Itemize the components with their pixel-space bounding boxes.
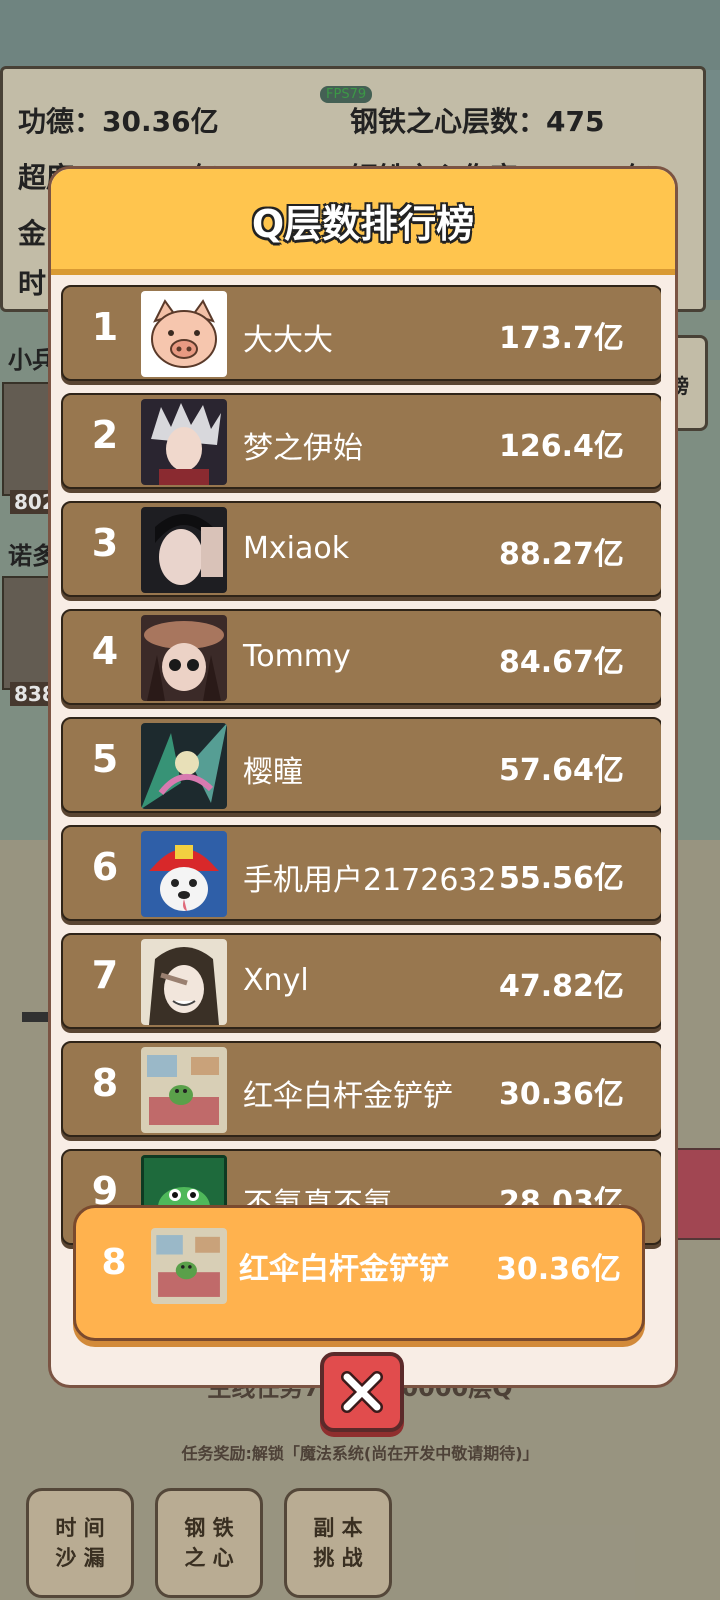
close-button[interactable] xyxy=(320,1352,404,1432)
row-score: 88.27亿 xyxy=(499,537,624,572)
my-score: 30.36亿 xyxy=(496,1252,621,1287)
row-player-name: 红伞白杆金铲铲 xyxy=(243,1079,453,1114)
leaderboard-row[interactable]: 5 樱瞳 57.64亿 xyxy=(61,717,661,813)
row-player-name: 手机用户2172632 xyxy=(243,863,497,898)
leaderboard-row[interactable]: 7 Xnyl 47.82亿 xyxy=(61,933,661,1029)
row-player-name: Mxiaok xyxy=(243,531,350,566)
row-score: 47.82亿 xyxy=(499,969,624,1004)
leaderboard-row[interactable]: 8 红伞白杆金铲铲 30.36亿 xyxy=(61,1041,661,1137)
my-rank: 8 xyxy=(101,1242,127,1283)
pig-avatar xyxy=(141,291,227,377)
row-score: 30.36亿 xyxy=(499,1077,624,1112)
row-rank: 8 xyxy=(91,1061,119,1105)
row-player-name: 大大大 xyxy=(243,323,333,358)
row-player-name: Tommy xyxy=(243,639,351,674)
row-rank: 4 xyxy=(91,629,119,673)
row-rank: 7 xyxy=(91,953,119,997)
close-x-icon xyxy=(341,1371,383,1413)
my-rank-row: 8 红伞白杆金铲铲 30.36亿 xyxy=(73,1205,645,1341)
row-score: 126.4亿 xyxy=(499,429,624,464)
row-score: 55.56亿 xyxy=(499,861,624,896)
leaderboard-row[interactable]: 2 梦之伊始 126.4亿 xyxy=(61,393,661,489)
frog-room-avatar xyxy=(151,1228,227,1304)
anime-silver-hair-avatar xyxy=(141,399,227,485)
row-player-name: 梦之伊始 xyxy=(243,431,363,466)
rescue-pup-avatar xyxy=(141,831,227,917)
frog-room-avatar xyxy=(141,1047,227,1133)
row-score: 84.67亿 xyxy=(499,645,624,680)
row-score: 57.64亿 xyxy=(499,753,624,788)
row-rank: 5 xyxy=(91,737,119,781)
row-score: 173.7亿 xyxy=(499,321,624,356)
leaderboard-row[interactable]: 4 Tommy 84.67亿 xyxy=(61,609,661,705)
leaderboard-row[interactable]: 3 Mxiaok 88.27亿 xyxy=(61,501,661,597)
row-player-name: Xnyl xyxy=(243,963,309,998)
fairy-art-avatar xyxy=(141,723,227,809)
row-rank: 6 xyxy=(91,845,119,889)
row-rank: 3 xyxy=(91,521,119,565)
row-rank: 2 xyxy=(91,413,119,457)
hat-girl-avatar xyxy=(141,615,227,701)
row-rank: 1 xyxy=(91,305,119,349)
my-player-name: 红伞白杆金铲铲 xyxy=(239,1252,449,1287)
face-photo-avatar xyxy=(141,507,227,593)
leaderboard-title: Q层数排行榜 xyxy=(251,202,475,246)
leaderboard-row[interactable]: 1 大大大 173.7亿 xyxy=(61,285,661,381)
sketch-girl-avatar xyxy=(141,939,227,1025)
row-player-name: 樱瞳 xyxy=(243,755,303,790)
leaderboard-row[interactable]: 6 手机用户2172632 55.56亿 xyxy=(61,825,661,921)
leaderboard-modal: Q层数排行榜 1 大大大 173.7亿 2 梦之伊始 126.4亿 3 Mxia… xyxy=(48,166,678,1388)
